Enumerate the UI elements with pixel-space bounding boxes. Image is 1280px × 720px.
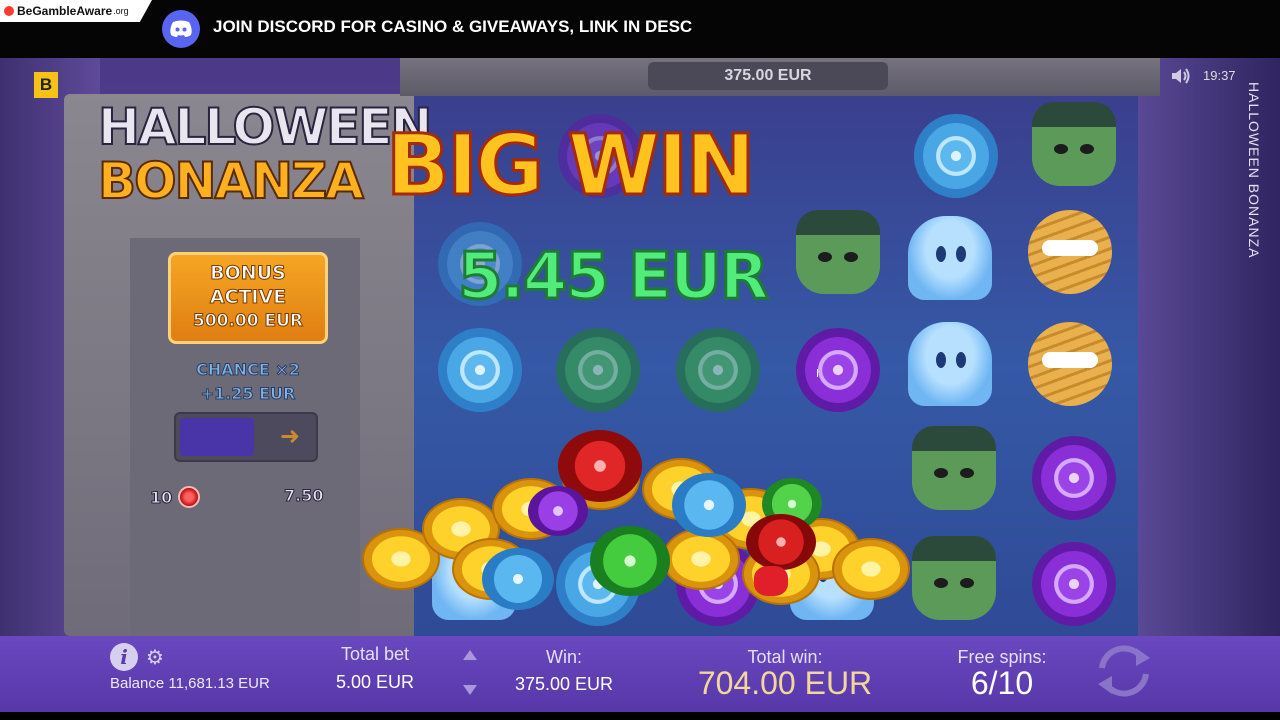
symbol-ghost xyxy=(908,322,992,406)
symbol-mummy xyxy=(1028,210,1112,294)
total-bet-value: 5.00 EUR xyxy=(335,672,415,692)
balance-value: 11,681.13 EUR xyxy=(168,675,270,692)
win-label: Win: xyxy=(546,647,582,667)
big-win-headline: BIG WIN xyxy=(385,115,758,216)
chance-cost: +1.25 EUR xyxy=(200,384,296,404)
gold-coin xyxy=(832,538,910,600)
banner-text: JOIN DISCORD FOR CASINO & GIVEAWAYS, LIN… xyxy=(213,17,693,36)
symbol-blue-candy xyxy=(438,328,522,412)
discord-icon xyxy=(162,10,200,48)
symbol-purple-candy xyxy=(1032,542,1116,626)
balance-display: Balance 11,681.13 EUR xyxy=(110,675,270,692)
speaker-icon[interactable] xyxy=(1170,66,1192,86)
win-value: 375.00 EUR xyxy=(514,674,614,694)
bonus-status: ACTIVE xyxy=(209,286,287,309)
symbol-purple-candy xyxy=(1032,436,1116,520)
symbol-frankenstein xyxy=(912,426,996,510)
game-title-line2: BONANZA xyxy=(97,151,365,211)
chance-multiplier: CHANCE ×2 xyxy=(196,360,301,380)
gear-icon[interactable]: ⚙ xyxy=(146,646,168,668)
heart-icon xyxy=(754,566,788,596)
green-candy xyxy=(590,526,670,596)
red-candy xyxy=(746,514,816,570)
free-spins-value: 6/10 xyxy=(970,665,1034,701)
symbol-purple-candy xyxy=(796,328,880,412)
total-win-value: 704.00 EUR xyxy=(697,665,873,701)
arrow-right-icon: ➜ xyxy=(279,422,300,450)
game-area: B 375.00 EUR 19:37 HALLOWEEN BONANZA HAL… xyxy=(0,58,1280,636)
symbol-frankenstein xyxy=(1032,102,1116,186)
gold-coin xyxy=(662,528,740,590)
game-title-line1: HALLOWEEN xyxy=(97,97,433,157)
blue-candy xyxy=(482,548,554,610)
symbol-blue-candy xyxy=(914,114,998,198)
corner-logo: B xyxy=(34,72,58,98)
bonus-active-panel: BONUS ACTIVE 500.00 EUR xyxy=(168,252,328,344)
side-title: HALLOWEEN BONANZA xyxy=(1246,82,1262,259)
clock: 19:37 xyxy=(1203,68,1236,83)
blue-candy xyxy=(672,473,746,537)
bonus-label: BONUS xyxy=(210,262,287,285)
coin-pile xyxy=(362,418,912,610)
bet-increase-button[interactable] xyxy=(463,650,477,660)
stake-display: 375.00 EUR xyxy=(648,62,888,90)
chance-toggle[interactable]: ➜ xyxy=(174,412,318,462)
big-win-amount: 5.45 EUR xyxy=(456,239,770,316)
total-bet-label: Total bet xyxy=(340,644,410,664)
symbol-green-candy xyxy=(676,328,760,412)
symbol-ghost xyxy=(908,216,992,300)
bet-decrease-button[interactable] xyxy=(463,685,477,695)
bottom-bar xyxy=(0,636,1280,712)
red-candy-icon xyxy=(178,486,201,508)
bottom-strip xyxy=(0,712,1280,720)
begambleaware-badge: BeGambleAware .org xyxy=(0,0,152,22)
game-screen: BeGambleAware .org JOIN DISCORD FOR CASI… xyxy=(0,0,1280,720)
begambleaware-suffix: .org xyxy=(113,6,129,16)
begambleaware-dot-icon xyxy=(4,6,14,16)
mouse-cursor xyxy=(817,369,823,377)
chance-label: CHANCE ×2 +1.25 EUR xyxy=(168,358,328,406)
stream-banner: BeGambleAware .org JOIN DISCORD FOR CASI… xyxy=(0,0,1280,58)
spins-cost: 7.50 xyxy=(283,486,324,506)
balance-label: Balance xyxy=(110,675,165,692)
purple-candy xyxy=(528,486,588,536)
symbol-frankenstein xyxy=(796,210,880,294)
symbol-green-candy xyxy=(556,328,640,412)
info-icon[interactable]: i xyxy=(110,643,138,671)
bonus-amount: 500.00 EUR xyxy=(192,311,304,332)
spins-counter: 10 xyxy=(149,486,201,508)
begambleaware-text: BeGambleAware xyxy=(17,4,113,18)
spins-left-value: 10 xyxy=(149,487,173,507)
toggle-knob xyxy=(180,418,254,456)
symbol-frankenstein xyxy=(912,536,996,620)
spin-icon[interactable] xyxy=(1090,642,1158,700)
symbol-mummy xyxy=(1028,322,1112,406)
